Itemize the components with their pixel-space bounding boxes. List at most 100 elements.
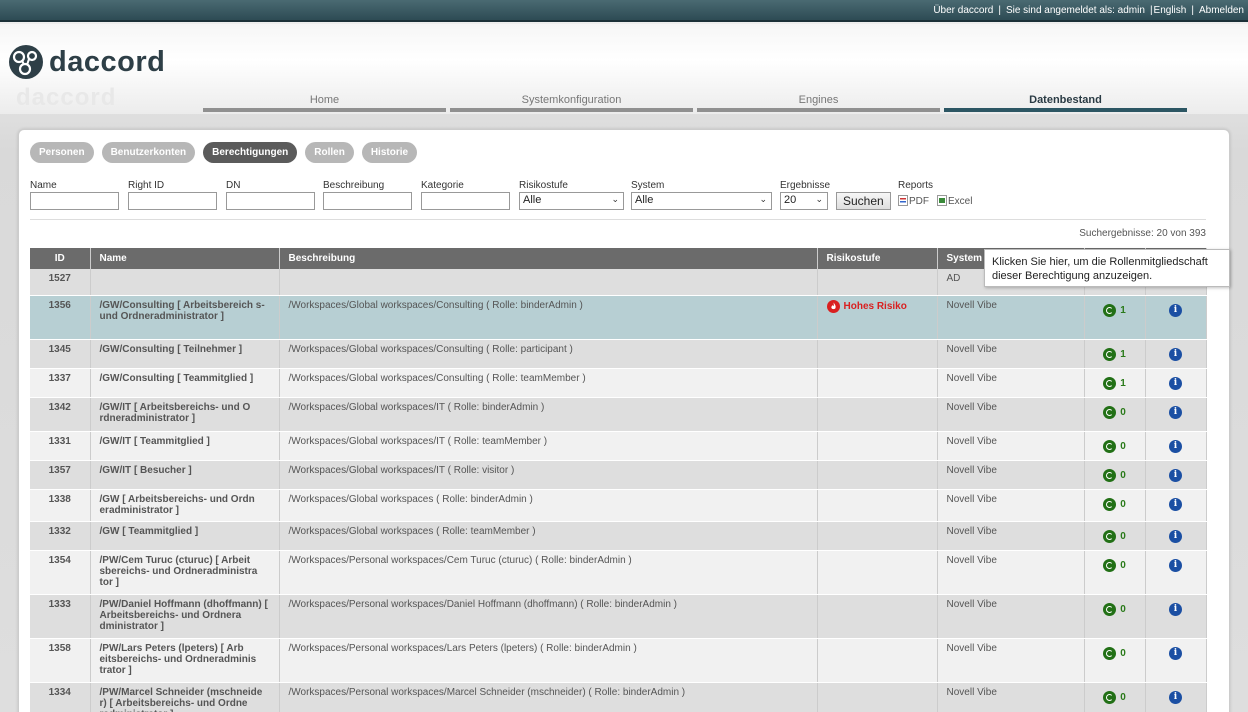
logo-reflection: daccord — [16, 84, 117, 111]
cell-system: Novell Vibe — [937, 431, 1085, 461]
table-row[interactable]: 1358/PW/Lars Peters (lpeters) [ Arb eits… — [30, 638, 1207, 683]
role-membership-button[interactable]: 0 — [1103, 646, 1126, 660]
role-membership-button[interactable]: 0 — [1103, 439, 1126, 453]
cell-name: /GW/Consulting [ Teilnehmer ] — [90, 339, 280, 369]
table-body: 1527 AD 1356/GW/Consulting [ Arbeitsbereic… — [30, 269, 1207, 712]
subtab-benutzerkonten[interactable]: Benutzerkonten — [101, 142, 196, 163]
role-membership-button[interactable]: 0 — [1103, 468, 1126, 482]
table-row[interactable]: 1337/GW/Consulting [ Teammitglied ]/Work… — [30, 368, 1207, 398]
cell-risk — [817, 397, 938, 432]
cell-id: 1354 — [30, 550, 91, 595]
role-count: 0 — [1120, 647, 1126, 659]
nav-tab-datenbestand[interactable]: Datenbestand — [944, 93, 1187, 112]
info-icon[interactable]: i — [1169, 376, 1182, 390]
role-membership-button[interactable]: 0 — [1103, 602, 1126, 616]
col-header-id[interactable]: ID — [30, 248, 91, 269]
info-icon[interactable]: i — [1169, 303, 1182, 317]
role-membership-button[interactable]: 0 — [1103, 690, 1126, 704]
language-link[interactable]: English — [1154, 5, 1187, 16]
sub-tabs: Personen Benutzerkonten Berechtigungen R… — [30, 142, 425, 163]
cell-info: i — [1145, 521, 1207, 551]
beschreibung-filter-input[interactable] — [323, 192, 412, 210]
role-membership-button[interactable]: 1 — [1103, 347, 1126, 361]
role-count: 0 — [1120, 406, 1126, 418]
pdf-report-link[interactable]: PDF — [898, 195, 929, 207]
name-filter-input[interactable] — [30, 192, 119, 210]
logout-link[interactable]: Abmelden — [1199, 5, 1244, 16]
about-link[interactable]: Über daccord — [933, 5, 993, 16]
cell-risk: Hohes Risiko — [817, 295, 938, 340]
dn-filter-input[interactable] — [226, 192, 315, 210]
search-button[interactable]: Suchen — [836, 192, 891, 210]
cell-description: /Workspaces/Global workspaces/Consulting… — [279, 368, 818, 398]
col-header-beschreibung[interactable]: Beschreibung — [279, 248, 818, 269]
table-row[interactable]: 1345/GW/Consulting [ Teilnehmer ]/Worksp… — [30, 339, 1207, 369]
table-row[interactable]: 1354/PW/Cem Turuc (cturuc) [ Arbeit sber… — [30, 550, 1207, 595]
col-header-name[interactable]: Name — [90, 248, 280, 269]
role-membership-button[interactable]: 1 — [1103, 303, 1126, 317]
info-icon[interactable]: i — [1169, 347, 1182, 361]
table-row[interactable]: 1357/GW/IT [ Besucher ]/Workspaces/Globa… — [30, 460, 1207, 490]
role-membership-button[interactable]: 1 — [1103, 376, 1126, 390]
top-bar: Über daccord | Sie sind angemeldet als: ad… — [0, 0, 1248, 22]
excel-report-link[interactable]: Excel — [937, 195, 972, 207]
info-icon[interactable]: i — [1169, 558, 1182, 572]
table-row[interactable]: 1342/GW/IT [ Arbeitsbereichs- und O rdne… — [30, 397, 1207, 432]
role-membership-button[interactable]: 0 — [1103, 558, 1126, 572]
nav-tab-engines[interactable]: Engines — [697, 93, 940, 112]
rightid-filter-input[interactable] — [128, 192, 217, 210]
table-row[interactable]: 1332/GW [ Teammitglied ]/Workspaces/Glob… — [30, 521, 1207, 551]
info-icon[interactable]: i — [1169, 690, 1182, 704]
cell-id: 1331 — [30, 431, 91, 461]
system-select[interactable]: Alle ⌄ — [631, 192, 772, 210]
info-icon[interactable]: i — [1169, 529, 1182, 543]
table-row[interactable]: 1331/GW/IT [ Teammitglied ]/Workspaces/G… — [30, 431, 1207, 461]
info-icon[interactable]: i — [1169, 468, 1182, 482]
table-row[interactable]: 1356/GW/Consulting [ Arbeitsbereich s- u… — [30, 295, 1207, 340]
info-icon[interactable]: i — [1169, 439, 1182, 453]
cell-risk — [817, 550, 938, 595]
result-count: Suchergebnisse: 20 von 393 — [1079, 228, 1206, 239]
cell-risk — [817, 594, 938, 639]
table-row[interactable]: 1338/GW [ Arbeitsbereichs- und Ordn erad… — [30, 489, 1207, 522]
ergebnisse-select[interactable]: 20 ⌄ — [780, 192, 828, 210]
cell-description: /Workspaces/Global workspaces/IT ( Rolle… — [279, 431, 818, 461]
role-count: 0 — [1120, 691, 1126, 703]
role-membership-icon — [1103, 646, 1117, 660]
cell-system: Novell Vibe — [937, 295, 1085, 340]
info-icon[interactable]: i — [1169, 405, 1182, 419]
nav-tab-home[interactable]: Home — [203, 93, 446, 112]
cell-id: 1527 — [30, 269, 91, 296]
kategorie-filter-input[interactable] — [421, 192, 510, 210]
logo[interactable]: daccord — [8, 44, 165, 80]
subtab-berechtigungen[interactable]: Berechtigungen — [203, 142, 298, 163]
table-row[interactable]: 1333/PW/Daniel Hoffmann (dhoffmann) [ Ar… — [30, 594, 1207, 639]
cell-system: Novell Vibe — [937, 550, 1085, 595]
filter-bar: Name Right ID DN Beschreibung Kategorie … — [30, 180, 1220, 212]
cell-name: /GW/IT [ Arbeitsbereichs- und O rdneradm… — [90, 397, 280, 432]
risikostufe-filter-label: Risikostufe — [519, 180, 568, 191]
cell-info: i — [1145, 295, 1207, 340]
subtab-historie[interactable]: Historie — [361, 142, 418, 163]
cell-roles: 1 — [1084, 295, 1146, 340]
role-membership-button[interactable]: 0 — [1103, 405, 1126, 419]
table-row[interactable]: 1334/PW/Marcel Schneider (mschneide r) [… — [30, 682, 1207, 712]
cell-name: /GW [ Teammitglied ] — [90, 521, 280, 551]
dn-filter-label: DN — [226, 180, 241, 191]
role-membership-button[interactable]: 0 — [1103, 529, 1126, 543]
info-icon[interactable]: i — [1169, 646, 1182, 660]
subtab-personen[interactable]: Personen — [30, 142, 94, 163]
cell-info: i — [1145, 431, 1207, 461]
nav-tab-systemkonfiguration[interactable]: Systemkonfiguration — [450, 93, 693, 112]
role-membership-button[interactable]: 0 — [1103, 497, 1126, 511]
cell-system: Novell Vibe — [937, 594, 1085, 639]
cell-name: /PW/Daniel Hoffmann (dhoffmann) [ Arbeit… — [90, 594, 280, 639]
risikostufe-select[interactable]: Alle ⌄ — [519, 192, 624, 210]
subtab-rollen[interactable]: Rollen — [305, 142, 354, 163]
info-icon[interactable]: i — [1169, 602, 1182, 616]
col-header-risikostufe[interactable]: Risikostufe — [817, 248, 938, 269]
pdf-icon — [898, 195, 908, 206]
cell-id: 1337 — [30, 368, 91, 398]
cell-roles: 0 — [1084, 682, 1146, 712]
info-icon[interactable]: i — [1169, 497, 1182, 511]
